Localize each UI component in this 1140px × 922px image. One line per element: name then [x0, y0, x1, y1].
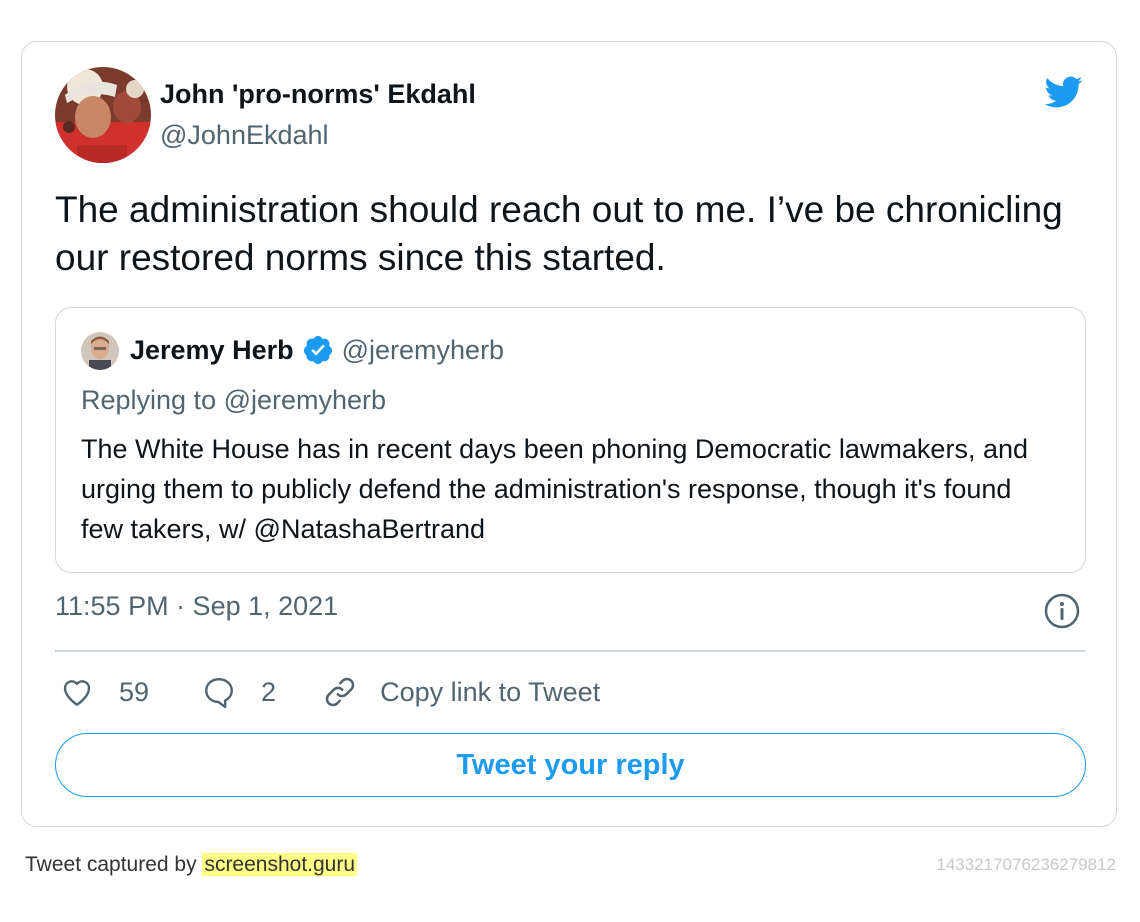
- verified-badge-icon: [303, 336, 332, 364]
- quoted-header: Jeremy Herb @jeremyherb: [130, 334, 504, 366]
- action-bar: 59 2 Copy link to Tweet: [59, 672, 600, 712]
- reply-count: 2: [261, 676, 277, 707]
- heart-icon: [63, 680, 91, 706]
- quoted-author-avatar[interactable]: [81, 332, 119, 370]
- like-button[interactable]: 59: [59, 674, 201, 710]
- footer-captured-by: Tweet captured by screenshot.guru: [25, 853, 358, 877]
- tweet-timestamp[interactable]: 11:55 PM · Sep 1, 2021: [55, 591, 338, 622]
- tweet-your-reply-button[interactable]: Tweet your reply: [55, 733, 1086, 797]
- info-icon[interactable]: [1044, 593, 1080, 629]
- link-icon: [325, 677, 355, 707]
- copy-link-button[interactable]: Copy link to Tweet: [322, 674, 600, 710]
- twitter-bird-icon[interactable]: [1039, 72, 1087, 112]
- author-name[interactable]: John 'pro-norms' Ekdahl: [160, 79, 476, 110]
- quoted-tweet[interactable]: Jeremy Herb @jeremyherb Replying to @jer…: [55, 307, 1086, 573]
- like-count: 59: [119, 676, 150, 707]
- tweet-card: John 'pro-norms' Ekdahl @JohnEkdahl The …: [21, 41, 1117, 827]
- copy-link-label: Copy link to Tweet: [380, 676, 601, 707]
- replying-to: Replying to @jeremyherb: [81, 385, 387, 415]
- author-avatar[interactable]: [55, 67, 151, 163]
- screenshot-guru-link[interactable]: screenshot.guru: [202, 853, 358, 876]
- captured-by-text: Tweet captured by: [25, 853, 203, 876]
- reply-bubble-icon: [205, 678, 233, 709]
- quoted-author-handle[interactable]: @jeremyherb: [342, 335, 504, 366]
- reply-button[interactable]: 2: [201, 674, 322, 710]
- tweet-text: The administration should reach out to m…: [55, 189, 1063, 278]
- quoted-tweet-text: The White House has in recent days been …: [81, 434, 1028, 544]
- tweet-id: 1433217076236279812: [936, 855, 1116, 874]
- quoted-author-name[interactable]: Jeremy Herb: [130, 335, 294, 366]
- divider: [55, 650, 1086, 652]
- author-handle[interactable]: @JohnEkdahl: [160, 120, 329, 151]
